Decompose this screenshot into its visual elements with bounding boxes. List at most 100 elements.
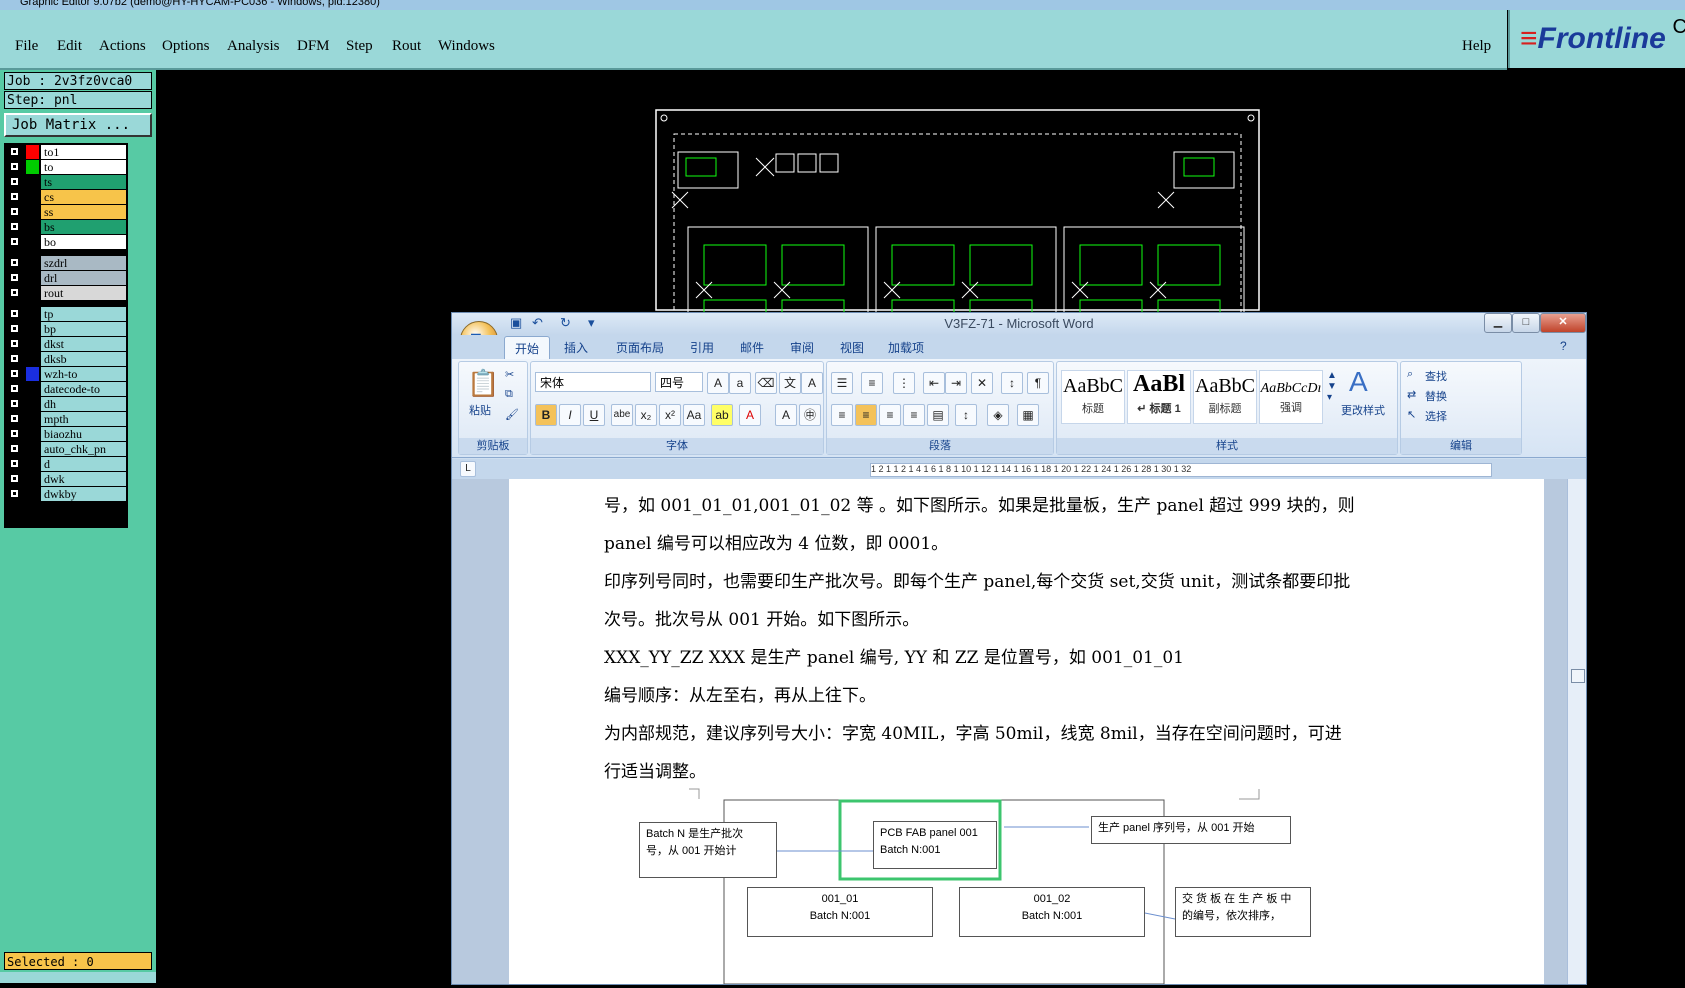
layer-name[interactable]: to1 (41, 145, 126, 159)
clear-format-icon[interactable]: ⌫ (755, 372, 777, 394)
tab-home[interactable]: 开始 (504, 336, 551, 360)
layer-color-swatch[interactable] (26, 160, 39, 174)
layer-checkbox[interactable] (10, 147, 19, 156)
layer-name[interactable]: tp (41, 307, 126, 321)
job-matrix-button[interactable]: Job Matrix ... (4, 113, 152, 137)
layer-checkbox[interactable] (10, 399, 19, 408)
tab-insert[interactable]: 插入 (564, 339, 588, 356)
vertical-scrollbar[interactable] (1567, 479, 1586, 984)
style-emphasis[interactable]: AaBbCcDı 强调 (1259, 370, 1323, 424)
layer-checkbox[interactable] (10, 489, 19, 498)
layer-color-swatch[interactable] (26, 472, 39, 486)
find-icon[interactable]: ⌕ (1407, 368, 1413, 381)
layer-color-swatch[interactable] (26, 457, 39, 471)
replace-button[interactable]: 替换 (1425, 388, 1447, 404)
layer-name[interactable]: wzh-to (41, 367, 126, 381)
replace-icon[interactable]: ⇄ (1407, 388, 1416, 401)
layer-row[interactable]: mpth (4, 412, 128, 426)
tab-selector-icon[interactable]: L (460, 461, 476, 477)
menu-options[interactable]: Options (162, 38, 210, 55)
layer-name[interactable]: dksb (41, 352, 126, 366)
menu-analysis[interactable]: Analysis (227, 38, 280, 55)
style-heading1[interactable]: AaBl ↵ 标题 1 (1127, 370, 1191, 424)
grow-font-icon[interactable]: A (707, 372, 729, 394)
layer-checkbox[interactable] (10, 369, 19, 378)
multilevel-list-icon[interactable]: ⋮ (893, 372, 915, 394)
layer-row[interactable]: dksb (4, 352, 128, 366)
layer-color-swatch[interactable] (26, 367, 39, 381)
layer-color-swatch[interactable] (26, 256, 39, 270)
tab-view[interactable]: 视图 (840, 339, 864, 356)
layer-row[interactable]: dwk (4, 472, 128, 486)
layer-row[interactable]: ts (4, 175, 128, 189)
numbering-icon[interactable]: ≡ (861, 372, 883, 394)
bullets-icon[interactable]: ☰ (831, 372, 853, 394)
tab-mailings[interactable]: 邮件 (740, 339, 764, 356)
strikethrough-icon[interactable]: abe (611, 404, 633, 426)
layer-name[interactable]: d (41, 457, 126, 471)
layer-color-swatch[interactable] (26, 145, 39, 159)
qat-dropdown-icon[interactable]: ▾ (588, 315, 595, 331)
shading-icon[interactable]: ◈ (987, 404, 1009, 426)
bold-icon[interactable]: B (535, 404, 557, 426)
style-subtitle[interactable]: AaBbC 副标题 (1193, 370, 1257, 424)
tab-references[interactable]: 引用 (690, 339, 714, 356)
undo-icon[interactable]: ↶ (532, 315, 543, 331)
layer-row[interactable]: to (4, 160, 128, 174)
layer-name[interactable]: cs (41, 190, 126, 204)
layer-name[interactable]: bs (41, 220, 126, 234)
subscript-icon[interactable]: x₂ (635, 404, 657, 426)
styles-scroll-icon[interactable]: ▲ ▼ ▾ (1327, 370, 1337, 403)
menu-file[interactable]: File (15, 38, 38, 55)
layer-checkbox[interactable] (10, 273, 19, 282)
layer-color-swatch[interactable] (26, 337, 39, 351)
layer-color-swatch[interactable] (26, 307, 39, 321)
menu-step[interactable]: Step (346, 38, 373, 55)
change-case-icon[interactable]: Aa (683, 404, 705, 426)
layer-color-swatch[interactable] (26, 382, 39, 396)
layer-checkbox[interactable] (10, 288, 19, 297)
layer-checkbox[interactable] (10, 237, 19, 246)
layer-color-swatch[interactable] (26, 235, 39, 249)
align-left-icon[interactable]: ≡ (831, 404, 853, 426)
layer-checkbox[interactable] (10, 309, 19, 318)
layer-name[interactable]: to (41, 160, 126, 174)
layer-name[interactable]: drl (41, 271, 126, 285)
layer-color-swatch[interactable] (26, 175, 39, 189)
tab-page-layout[interactable]: 页面布局 (616, 339, 664, 356)
font-name-combo[interactable]: 宋体 (535, 372, 651, 392)
distribute-icon[interactable]: ▤ (927, 404, 949, 426)
layer-row[interactable]: datecode-to (4, 382, 128, 396)
menu-dfm[interactable]: DFM (297, 38, 330, 55)
layer-name[interactable]: rout (41, 286, 126, 300)
highlight-icon[interactable]: ab (711, 404, 733, 426)
close-button[interactable]: ✕ (1540, 313, 1586, 333)
layer-name[interactable]: dh (41, 397, 126, 411)
layer-checkbox[interactable] (10, 162, 19, 171)
layer-checkbox[interactable] (10, 258, 19, 267)
menu-edit[interactable]: Edit (57, 38, 82, 55)
layer-name[interactable]: biaozhu (41, 427, 126, 441)
layer-row[interactable]: szdrl (4, 256, 128, 270)
layer-name[interactable]: datecode-to (41, 382, 126, 396)
menu-actions[interactable]: Actions (99, 38, 146, 55)
decrease-indent-icon[interactable]: ⇤ (923, 372, 945, 394)
layer-row[interactable]: auto_chk_pn (4, 442, 128, 456)
font-color-icon[interactable]: A (739, 404, 761, 426)
layer-checkbox[interactable] (10, 444, 19, 453)
layer-checkbox[interactable] (10, 324, 19, 333)
layer-checkbox[interactable] (10, 192, 19, 201)
select-button[interactable]: 选择 (1425, 408, 1447, 424)
underline-icon[interactable]: U (583, 404, 605, 426)
layer-row[interactable]: cs (4, 190, 128, 204)
layer-checkbox[interactable] (10, 384, 19, 393)
superscript-icon[interactable]: x² (659, 404, 681, 426)
italic-icon[interactable]: I (559, 404, 581, 426)
layer-name[interactable]: auto_chk_pn (41, 442, 126, 456)
layer-row[interactable]: rout (4, 286, 128, 300)
help-icon[interactable]: ? (1560, 339, 1567, 353)
layer-row[interactable]: ss (4, 205, 128, 219)
align-right-icon[interactable]: ≡ (879, 404, 901, 426)
layer-color-swatch[interactable] (26, 205, 39, 219)
layer-color-swatch[interactable] (26, 190, 39, 204)
